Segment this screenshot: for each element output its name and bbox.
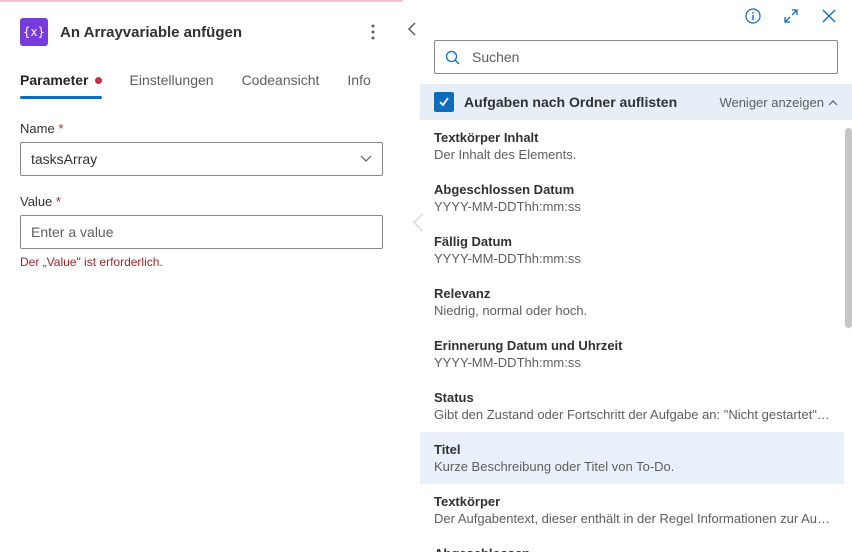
- item-subtitle: Niedrig, normal oder hoch.: [434, 303, 830, 318]
- name-label: Name *: [20, 121, 383, 136]
- tab-label: Parameter: [20, 72, 89, 88]
- tab-label: Codeansicht: [242, 72, 320, 88]
- value-input[interactable]: [20, 215, 383, 249]
- variable-glyph: {x}: [23, 25, 45, 39]
- search-box[interactable]: [434, 40, 838, 74]
- required-mark: *: [56, 194, 61, 209]
- dynamic-content-pane: Aufgaben nach Ordner auflisten Weniger a…: [420, 0, 852, 552]
- item-title: Status: [434, 390, 830, 405]
- tab-parameter[interactable]: Parameter: [20, 64, 102, 98]
- info-icon: [745, 8, 761, 24]
- tab-info[interactable]: Info: [347, 64, 370, 98]
- tab-label: Einstellungen: [130, 72, 214, 88]
- tabs: Parameter Einstellungen Codeansicht Info: [0, 64, 403, 99]
- tab-label: Info: [347, 72, 370, 88]
- item-title: Textkörper Inhalt: [434, 130, 830, 145]
- list-item[interactable]: Textkörper Der Aufgabentext, dieser enthä…: [420, 484, 844, 536]
- more-button[interactable]: [363, 22, 383, 42]
- list-item[interactable]: Titel Kurze Beschreibung oder Titel von T…: [420, 432, 844, 484]
- close-button[interactable]: [820, 7, 838, 25]
- item-title: Erinnerung Datum und Uhrzeit: [434, 338, 830, 353]
- item-title: Titel: [434, 442, 830, 457]
- item-title: Abgeschlossen Datum: [434, 182, 830, 197]
- required-mark: *: [58, 121, 63, 136]
- action-title: An Arrayvariable anfügen: [60, 24, 351, 41]
- list-item[interactable]: Erinnerung Datum und Uhrzeit YYYY-MM-DDTh…: [420, 328, 844, 380]
- more-vertical-icon: [371, 24, 375, 40]
- form: Name * tasksArray Value * Der „Value" is…: [0, 99, 403, 291]
- section-title: Aufgaben nach Ordner auflisten: [464, 94, 709, 110]
- toggle-label: Weniger anzeigen: [719, 95, 824, 110]
- name-label-text: Name: [20, 121, 55, 136]
- chevron-up-icon: [828, 99, 838, 106]
- list-item[interactable]: Fällig Datum YYYY-MM-DDThh:mm:ss: [420, 224, 844, 276]
- expand-button[interactable]: [782, 7, 800, 25]
- item-subtitle: Gibt den Zustand oder Fortschritt der Au…: [434, 407, 830, 422]
- name-select[interactable]: tasksArray: [20, 142, 383, 176]
- item-subtitle: Kurze Beschreibung oder Titel von To-Do.: [434, 459, 830, 474]
- item-title: Abgeschlossen: [434, 546, 830, 552]
- error-dot-icon: [95, 77, 102, 84]
- header: {x} An Arrayvariable anfügen: [0, 2, 403, 64]
- collapse-button[interactable]: [407, 22, 417, 36]
- variable-icon: {x}: [20, 18, 48, 46]
- item-subtitle: YYYY-MM-DDThh:mm:ss: [434, 199, 830, 214]
- value-label: Value *: [20, 194, 383, 209]
- divider: [403, 0, 420, 552]
- item-title: Textkörper: [434, 494, 830, 509]
- item-title: Fällig Datum: [434, 234, 830, 249]
- action-config-pane: {x} An Arrayvariable anfügen Parameter Ei…: [0, 0, 403, 552]
- list-item[interactable]: Textkörper Inhalt Der Inhalt des Elements…: [420, 120, 844, 172]
- value-error: Der „Value" ist erforderlich.: [20, 255, 383, 269]
- search-icon: [445, 50, 460, 65]
- search-wrap: [420, 28, 852, 84]
- chevron-left-icon: [407, 22, 417, 36]
- section-header: Aufgaben nach Ordner auflisten Weniger a…: [420, 84, 852, 120]
- section-toggle[interactable]: Weniger anzeigen: [719, 95, 838, 110]
- scrollbar[interactable]: [845, 128, 852, 328]
- name-value: tasksArray: [31, 151, 97, 167]
- item-subtitle: YYYY-MM-DDThh:mm:ss: [434, 251, 830, 266]
- panel-actions: [420, 0, 852, 28]
- search-input[interactable]: [472, 49, 827, 65]
- list-item[interactable]: Relevanz Niedrig, normal oder hoch.: [420, 276, 844, 328]
- expand-icon: [784, 9, 798, 23]
- tab-einstellungen[interactable]: Einstellungen: [130, 64, 214, 98]
- info-button[interactable]: [744, 7, 762, 25]
- item-subtitle: Der Inhalt des Elements.: [434, 147, 830, 162]
- item-subtitle: YYYY-MM-DDThh:mm:ss: [434, 355, 830, 370]
- todo-connector-icon: [434, 92, 454, 112]
- list-item[interactable]: AbgeschlossenDas Datum in der angegebene…: [420, 536, 844, 552]
- close-icon: [822, 9, 836, 23]
- chevron-down-icon: [360, 155, 372, 163]
- list-item[interactable]: Status Gibt den Zustand oder Fortschritt …: [420, 380, 844, 432]
- list-item[interactable]: Abgeschlossen Datum YYYY-MM-DDThh:mm:ss: [420, 172, 844, 224]
- tab-codeansicht[interactable]: Codeansicht: [242, 64, 320, 98]
- value-label-text: Value: [20, 194, 52, 209]
- item-title: Relevanz: [434, 286, 830, 301]
- dynamic-list[interactable]: Textkörper Inhalt Der Inhalt des Elements…: [420, 120, 852, 552]
- item-subtitle: Der Aufgabentext, dieser enthält in der …: [434, 511, 830, 526]
